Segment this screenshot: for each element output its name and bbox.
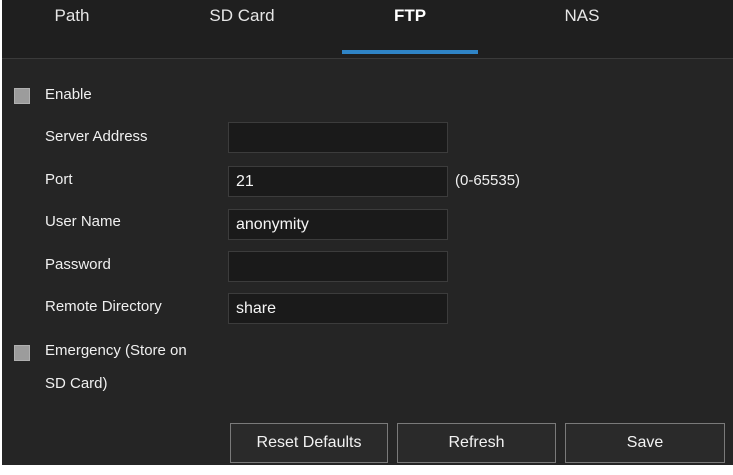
refresh-button[interactable]: Refresh: [397, 423, 556, 463]
emergency-checkbox[interactable]: [14, 345, 30, 361]
password-input[interactable]: [228, 251, 448, 282]
tab-ftp-label: FTP: [393, 6, 427, 25]
remote-directory-label: Remote Directory: [45, 298, 162, 315]
tab-ftp[interactable]: FTP: [342, 0, 478, 58]
enable-label: Enable: [45, 86, 92, 103]
port-range-hint: (0-65535): [455, 172, 521, 189]
remote-directory-input[interactable]: [228, 293, 448, 324]
server-address-input[interactable]: [228, 122, 448, 153]
user-name-label: User Name: [45, 213, 121, 230]
enable-checkbox[interactable]: [14, 88, 30, 104]
emergency-label-line1: Emergency (Store on: [45, 342, 187, 359]
save-button[interactable]: Save: [565, 423, 725, 463]
port-label: Port: [45, 171, 73, 188]
tab-nas-label: NAS: [564, 6, 600, 25]
tab-bar: Path SD Card FTP NAS: [2, 0, 733, 59]
password-label: Password: [45, 256, 111, 273]
tab-ftp-active-underline: [342, 50, 478, 54]
emergency-label-line2: SD Card): [45, 375, 108, 392]
ftp-settings-panel: Path SD Card FTP NAS Enable Server Addre…: [2, 0, 733, 465]
tab-nas[interactable]: NAS: [532, 0, 632, 58]
reset-defaults-button[interactable]: Reset Defaults: [230, 423, 388, 463]
tab-sd-card-label: SD Card: [209, 6, 275, 25]
tab-sd-card[interactable]: SD Card: [182, 0, 302, 58]
tab-path[interactable]: Path: [32, 0, 112, 58]
port-input[interactable]: [228, 166, 448, 197]
tab-path-label: Path: [54, 6, 90, 25]
server-address-label: Server Address: [45, 128, 148, 145]
user-name-input[interactable]: [228, 209, 448, 240]
